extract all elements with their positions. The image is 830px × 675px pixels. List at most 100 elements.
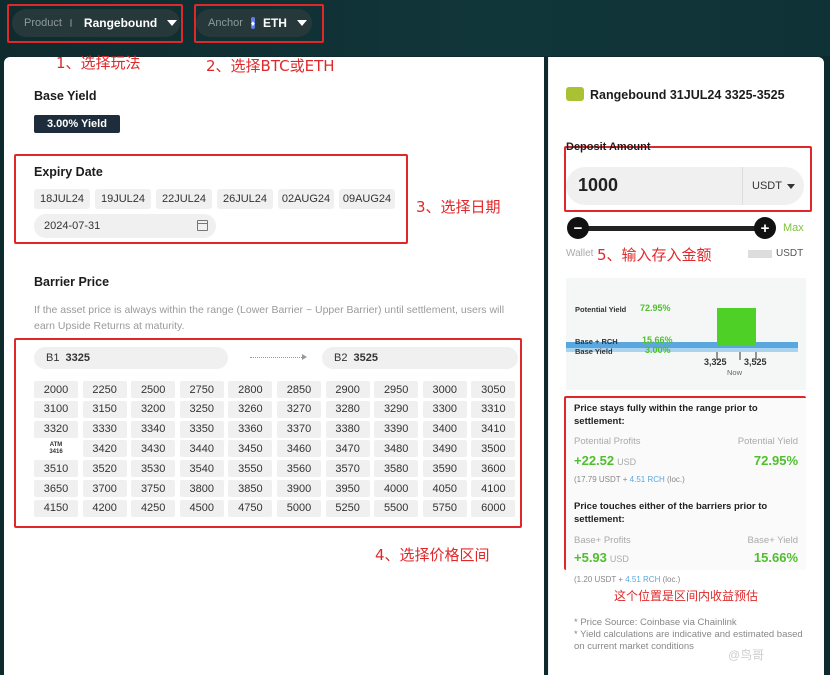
price-cell[interactable]: 4250 — [131, 499, 176, 517]
date-chip[interactable]: 19JUL24 — [95, 189, 151, 209]
price-cell[interactable]: 4500 — [179, 499, 224, 517]
price-cell[interactable]: 3450 — [228, 440, 273, 458]
price-cell[interactable]: 3310 — [471, 400, 516, 418]
price-cell[interactable]: 3800 — [179, 480, 224, 497]
product-label: Product — [24, 17, 62, 29]
footnote: * Yield calculations are indicative and … — [574, 629, 803, 652]
price-cell[interactable]: 3490 — [422, 440, 467, 458]
date-chip[interactable]: 22JUL24 — [156, 189, 212, 209]
price-cell[interactable]: 3560 — [277, 460, 321, 478]
price-cell[interactable]: 3430 — [131, 440, 176, 458]
within-title: Price stays fully within the range prior… — [574, 403, 758, 427]
date-chip[interactable]: 26JUL24 — [217, 189, 273, 209]
price-cell[interactable]: 3330 — [82, 420, 127, 438]
price-cell[interactable]: 3900 — [277, 480, 321, 497]
price-cell[interactable]: 3270 — [277, 400, 321, 418]
touch-breakdown: (1.20 USDT + 4.51 RCH (loc.) — [574, 575, 680, 584]
touch-profits-amount: +5.93 — [574, 550, 607, 565]
price-cell[interactable]: 5750 — [422, 499, 467, 517]
price-cell[interactable]: 3340 — [131, 420, 176, 438]
price-cell[interactable]: 3280 — [325, 400, 370, 418]
price-cell[interactable]: 3260 — [228, 400, 273, 418]
price-cell[interactable]: 3550 — [228, 460, 273, 478]
price-cell[interactable]: 3380 — [325, 420, 370, 438]
price-cell[interactable]: 4000 — [374, 480, 419, 497]
price-cell[interactable]: 4150 — [34, 499, 78, 517]
price-cell[interactable]: 3460 — [277, 440, 321, 458]
price-cell[interactable]: 3370 — [277, 420, 321, 438]
price-cell[interactable]: 3590 — [422, 460, 467, 478]
price-cell[interactable]: 3540 — [179, 460, 224, 478]
price-cell[interactable]: 3600 — [471, 460, 516, 478]
price-cell[interactable]: 3580 — [374, 460, 419, 478]
price-cell[interactable]: 3570 — [325, 460, 370, 478]
price-cell[interactable]: 2950 — [374, 381, 419, 398]
anchor-selector[interactable]: Anchor ♦ ETH — [196, 9, 312, 37]
base-rch-label: Base + RCH — [575, 337, 618, 346]
price-cell[interactable]: 3150 — [82, 400, 127, 418]
price-cell[interactable]: 3410 — [471, 420, 516, 438]
footnote: * Price Source: Coinbase via Chainlink — [574, 617, 737, 628]
max-button[interactable]: Max — [783, 222, 804, 234]
price-cell[interactable]: 2000 — [34, 381, 78, 398]
deposit-currency-selector[interactable]: USDT — [742, 167, 804, 205]
price-cell[interactable]: 3500 — [471, 440, 516, 458]
price-cell[interactable]: 3470 — [325, 440, 370, 458]
price-cell[interactable]: 3050 — [471, 381, 516, 398]
atm-value: 3416 — [49, 448, 63, 455]
price-cell[interactable]: 3510 — [34, 460, 78, 478]
atm-price-cell[interactable]: ATM 3416 — [34, 440, 78, 458]
price-cell[interactable]: 4100 — [471, 480, 516, 497]
lower-barrier-field[interactable]: B1 3325 — [34, 347, 228, 369]
price-cell[interactable]: 2750 — [179, 381, 224, 398]
price-cell[interactable]: 3750 — [131, 480, 176, 497]
product-title: Rangebound 31JUL24 3325-3525 — [590, 88, 785, 102]
price-cell[interactable]: 4200 — [82, 499, 127, 517]
footnotes: * Price Source: Coinbase via Chainlink *… — [574, 617, 814, 653]
amount-slider[interactable] — [578, 226, 764, 231]
date-chip[interactable]: 09AUG24 — [339, 189, 395, 209]
price-cell[interactable]: 5250 — [325, 499, 370, 517]
anchor-value: ETH — [262, 16, 287, 30]
price-cell[interactable]: 3200 — [131, 400, 176, 418]
price-cell[interactable]: 3950 — [325, 480, 370, 497]
date-chip[interactable]: 02AUG24 — [278, 189, 334, 209]
date-picker[interactable]: 2024-07-31 — [34, 214, 216, 238]
minus-icon[interactable]: − — [567, 217, 589, 239]
price-cell[interactable]: 3390 — [374, 420, 419, 438]
barrier-description: If the asset price is always within the … — [34, 304, 505, 332]
price-cell[interactable]: 3000 — [422, 381, 467, 398]
price-cell[interactable]: 5500 — [374, 499, 419, 517]
price-cell[interactable]: 3100 — [34, 400, 78, 418]
price-cell[interactable]: 2250 — [82, 381, 127, 398]
price-cell[interactable]: 3320 — [34, 420, 78, 438]
price-cell[interactable]: 4750 — [228, 499, 273, 517]
price-cell[interactable]: 3850 — [228, 480, 273, 497]
price-cell[interactable]: 2850 — [277, 381, 321, 398]
price-cell[interactable]: 3480 — [374, 440, 419, 458]
price-cell[interactable]: 3250 — [179, 400, 224, 418]
date-chip[interactable]: 18JUL24 — [34, 189, 90, 209]
price-cell[interactable]: 3400 — [422, 420, 467, 438]
price-cell[interactable]: 3360 — [228, 420, 273, 438]
price-cell[interactable]: 3420 — [82, 440, 127, 458]
upper-barrier-field[interactable]: B2 3525 — [322, 347, 518, 369]
product-selector[interactable]: Product Rangebound — [12, 9, 180, 37]
anchor-label: Anchor — [208, 17, 243, 29]
price-cell[interactable]: 2800 — [228, 381, 273, 398]
price-cell[interactable]: 3530 — [131, 460, 176, 478]
price-cell[interactable]: 3440 — [179, 440, 224, 458]
price-cell[interactable]: 3300 — [422, 400, 467, 418]
price-cell[interactable]: 2500 — [131, 381, 176, 398]
price-cell[interactable]: 6000 — [471, 499, 516, 517]
price-cell[interactable]: 2900 — [325, 381, 370, 398]
price-cell[interactable]: 3650 — [34, 480, 78, 497]
plus-icon[interactable]: + — [754, 217, 776, 239]
price-cell[interactable]: 3350 — [179, 420, 224, 438]
price-cell[interactable]: 5000 — [277, 499, 321, 517]
price-cell[interactable]: 3520 — [82, 460, 127, 478]
price-cell[interactable]: 3700 — [82, 480, 127, 497]
price-cell[interactable]: 3290 — [374, 400, 419, 418]
annotation-2: 2、选择BTC或ETH — [206, 57, 335, 75]
price-cell[interactable]: 4050 — [422, 480, 467, 497]
